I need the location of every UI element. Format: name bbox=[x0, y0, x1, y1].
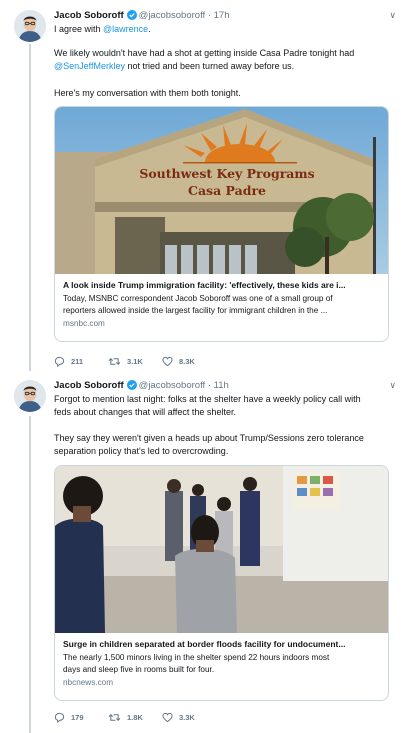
separator-dot: · bbox=[207, 380, 211, 391]
reply-icon bbox=[54, 356, 65, 367]
card-domain: msnbc.com bbox=[63, 319, 105, 328]
card-title: Surge in children separated at border fl… bbox=[63, 639, 346, 649]
like-button[interactable]: 8.3K bbox=[162, 356, 216, 367]
tweet-paragraph: Here's my conversation with them both to… bbox=[54, 88, 241, 98]
chevron-down-icon[interactable]: ∨ bbox=[389, 10, 396, 21]
tweet-actions: 179 1.8K 3.3K bbox=[54, 712, 216, 723]
reply-count: 211 bbox=[71, 357, 84, 366]
retweet-count: 1.8K bbox=[127, 713, 143, 722]
tweet-paragraph: We likely wouldn't have had a shot at ge… bbox=[54, 48, 355, 71]
sign-text-line2: Casa Padre bbox=[188, 183, 266, 198]
verified-badge-icon bbox=[126, 10, 137, 23]
reply-icon bbox=[54, 712, 65, 723]
link-card[interactable]: Southwest Key Programs Casa Padre A look… bbox=[54, 106, 389, 342]
retweet-icon bbox=[108, 714, 121, 721]
avatar[interactable] bbox=[14, 380, 46, 412]
retweet-icon bbox=[108, 358, 121, 365]
card-body: A look inside Trump immigration facility… bbox=[55, 274, 388, 334]
retweet-button[interactable]: 3.1K bbox=[108, 356, 162, 367]
reply-button[interactable]: 179 bbox=[54, 712, 108, 723]
timestamp[interactable]: 11h bbox=[214, 380, 229, 391]
like-button[interactable]: 3.3K bbox=[162, 712, 216, 723]
author-handle[interactable]: @jacobsoboroff bbox=[139, 380, 206, 391]
card-description: The nearly 1,500 minors living in the sh… bbox=[63, 653, 330, 674]
chevron-down-icon[interactable]: ∨ bbox=[389, 380, 396, 391]
tweet-paragraph: They say they weren't given a heads up a… bbox=[54, 433, 364, 456]
tweet-actions: 211 3.1K 8.3K bbox=[54, 356, 216, 367]
heart-icon bbox=[162, 712, 173, 723]
heart-icon bbox=[162, 356, 173, 367]
verified-badge-icon bbox=[126, 380, 137, 393]
author-name[interactable]: Jacob Soboroff bbox=[54, 10, 124, 21]
like-count: 8.3K bbox=[179, 357, 195, 366]
card-image bbox=[55, 466, 388, 633]
link-card[interactable]: Surge in children separated at border fl… bbox=[54, 465, 389, 701]
thread-line-bottom bbox=[29, 416, 31, 733]
card-title: A look inside Trump immigration facility… bbox=[63, 280, 346, 290]
thread-line-top bbox=[29, 44, 31, 371]
sign-text-line1: Southwest Key Programs bbox=[139, 166, 314, 181]
tweet-paragraph: Forgot to mention last night: folks at t… bbox=[54, 394, 361, 417]
like-count: 3.3K bbox=[179, 713, 195, 722]
card-body: Surge in children separated at border fl… bbox=[55, 633, 388, 693]
author-handle[interactable]: @jacobsoboroff bbox=[139, 10, 206, 21]
author-name[interactable]: Jacob Soboroff bbox=[54, 380, 124, 391]
mention-link[interactable]: @lawrence bbox=[103, 24, 148, 34]
tweet-text: I agree with @lawrence. bbox=[54, 23, 392, 36]
card-description: Today, MSNBC correspondent Jacob Soborof… bbox=[63, 294, 333, 315]
retweet-count: 3.1K bbox=[127, 357, 143, 366]
card-image: Southwest Key Programs Casa Padre bbox=[55, 107, 388, 274]
reply-count: 179 bbox=[71, 713, 84, 722]
avatar[interactable] bbox=[14, 10, 46, 42]
card-domain: nbcnews.com bbox=[63, 678, 114, 687]
timestamp[interactable]: 17h bbox=[214, 10, 230, 21]
reply-line: I agree with @lawrence. bbox=[54, 24, 151, 34]
reply-button[interactable]: 211 bbox=[54, 356, 108, 367]
retweet-button[interactable]: 1.8K bbox=[108, 712, 162, 723]
separator-dot: · bbox=[207, 10, 211, 21]
mention-link[interactable]: @SenJeffMerkley bbox=[54, 61, 125, 71]
